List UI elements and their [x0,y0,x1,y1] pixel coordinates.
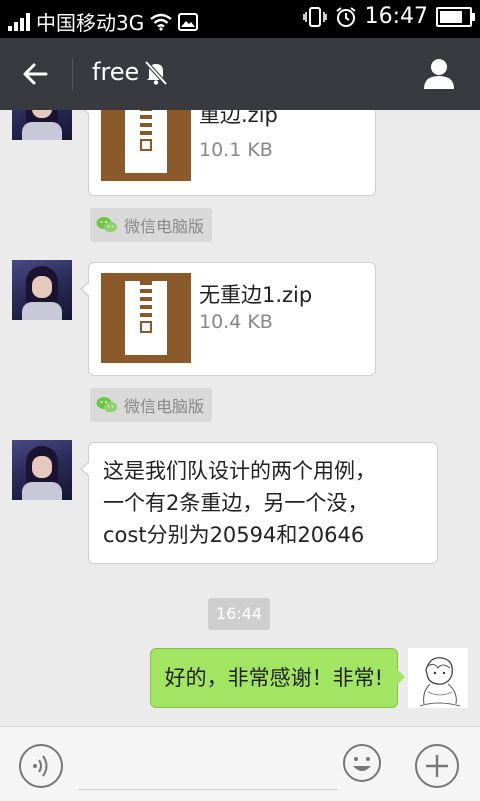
chat-header: free [0,38,480,110]
file-message[interactable]: 重边.zip 10.1 KB [80,110,376,196]
contact-avatar[interactable] [12,440,72,500]
source-tag-label: 微信电脑版 [124,397,205,416]
contact-avatar[interactable] [12,260,72,320]
battery-icon [436,6,475,27]
sketch-avatar-icon [419,657,461,707]
message-input[interactable] [78,743,338,790]
zip-file-icon [101,110,191,181]
wechat-icon [96,217,117,233]
chat-title: free [92,58,140,86]
source-tag: 微信电脑版 [90,388,213,422]
file-name: 重边.zip [199,110,278,127]
carrier-label: 中国移动3G [36,11,145,35]
file-message[interactable]: 无重边1.zip 10.4 KB [80,262,376,376]
my-avatar[interactable] [408,648,468,708]
signal-icon [8,12,30,31]
message-line: 这是我们队设计的两个用例， [103,459,376,483]
file-size: 10.4 KB [199,311,273,333]
message-line: cost分别为20594和20646 [103,523,365,547]
mute-bell-icon [144,60,168,86]
sent-text-message[interactable]: 好的，非常感谢！非常! [149,648,406,708]
image-notification-icon [178,12,199,31]
back-arrow-icon[interactable] [18,56,54,92]
emoji-icon[interactable] [342,743,382,783]
contact-avatar[interactable] [12,110,72,140]
wechat-icon [96,397,117,413]
header-divider [72,58,73,90]
file-size: 10.1 KB [199,139,273,161]
status-time: 16:47 [364,4,428,29]
alarm-icon [335,6,356,27]
input-bar [0,726,480,801]
plus-icon[interactable] [414,743,460,789]
source-tag: 微信电脑版 [90,208,213,242]
chat-area[interactable]: 重边.zip 10.1 KB 微信电脑版 无重边1.zip 10.4 KB 微信… [0,110,480,726]
vibrate-icon [302,6,327,27]
status-bar: 中国移动3G 16:47 [0,0,480,38]
source-tag-label: 微信电脑版 [124,217,205,236]
person-icon[interactable] [422,56,456,90]
voice-icon[interactable] [18,743,64,789]
text-message[interactable]: 这是我们队设计的两个用例， 一个有2条重边，另一个没， cost分别为20594… [80,442,438,564]
wifi-icon [150,13,172,31]
zip-file-icon [101,273,191,363]
message-line: 一个有2条重边，另一个没， [103,491,369,515]
timestamp-chip: 16:44 [208,598,271,630]
file-name: 无重边1.zip [199,283,313,307]
